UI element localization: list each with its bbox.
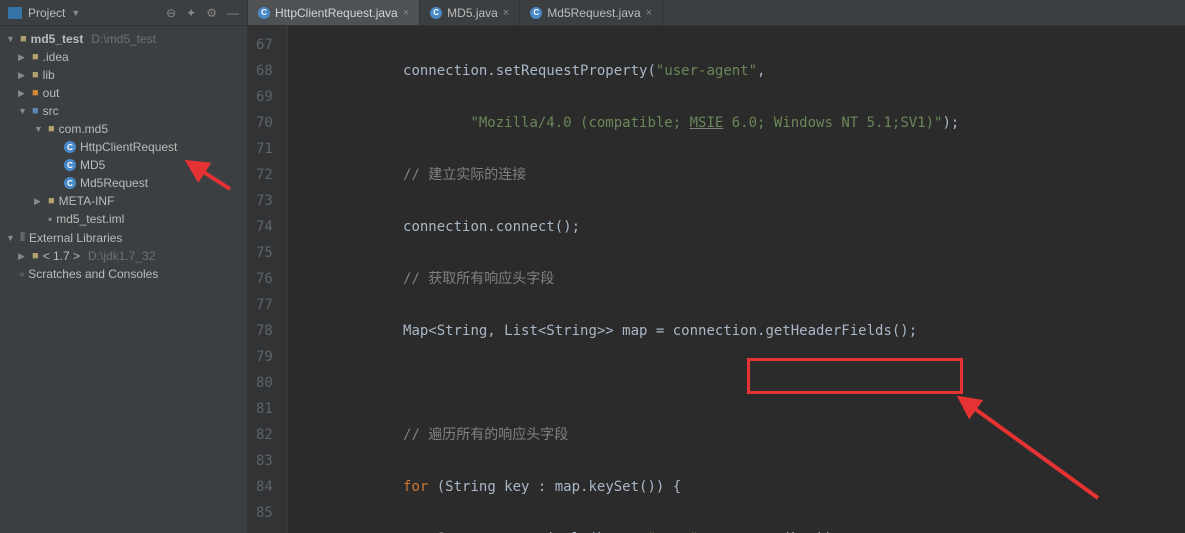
chevron-right-icon[interactable]: ▶ [18,88,28,99]
scratches-icon: ▫ [20,267,24,281]
tab-md5[interactable]: C MD5.java × [420,0,520,25]
tree-label: com.md5 [59,122,108,136]
tree-item-class-md5[interactable]: C MD5 [0,156,247,174]
tree-item-class-md5request[interactable]: C Md5Request [0,174,247,192]
chevron-down-icon[interactable]: ▼ [34,124,44,134]
hide-icon[interactable]: — [227,6,239,20]
close-icon[interactable]: × [646,7,652,19]
folder-icon: ■ [32,69,39,81]
tab-label: HttpClientRequest.java [275,6,398,20]
tree-item-lib[interactable]: ▶ ■ lib [0,66,247,84]
project-tool-header[interactable]: Project ▼ ⊖ ✦ ⚙ — [0,0,247,26]
tree-external-libraries[interactable]: ▼ ⫴ External Libraries [0,228,247,247]
chevron-right-icon[interactable]: ▶ [34,196,44,207]
project-tree[interactable]: ▼ ■ md5_test D:\md5_test ▶ ■ .idea ▶ ■ l… [0,26,247,533]
class-icon: C [258,7,270,19]
libraries-icon: ⫴ [20,230,25,245]
tree-item-package[interactable]: ▼ ■ com.md5 [0,120,247,138]
code-area[interactable]: connection.setRequestProperty("user-agen… [288,26,1185,533]
project-sidebar: ▼ ■ md5_test D:\md5_test ▶ ■ .idea ▶ ■ l… [0,26,248,533]
chevron-right-icon[interactable]: ▶ [18,70,28,81]
tree-label: .idea [43,50,69,64]
project-icon [8,7,22,19]
code-editor[interactable]: 67686970717273747576777879808182838485 c… [248,26,1185,533]
class-icon: C [430,7,442,19]
file-icon: ▪ [48,212,52,226]
package-icon: ■ [48,123,55,135]
tree-item-src[interactable]: ▼ ■ src [0,102,247,120]
main-area: ▼ ■ md5_test D:\md5_test ▶ ■ .idea ▶ ■ l… [0,26,1185,533]
tree-scratches[interactable]: ▫ Scratches and Consoles [0,265,247,283]
class-icon: C [64,141,76,153]
tree-label: Md5Request [80,176,148,190]
tree-label: < 1.7 > [43,249,80,263]
chevron-down-icon[interactable]: ▼ [6,233,16,243]
editor-tabs-bar: Project ▼ ⊖ ✦ ⚙ — C HttpClientRequest.ja… [0,0,1185,26]
tree-label: META-INF [59,194,115,208]
collapse-icon[interactable]: ⊖ [166,6,176,20]
tree-label: Scratches and Consoles [28,267,158,281]
chevron-right-icon[interactable]: ▶ [18,52,28,63]
module-icon: ■ [20,33,27,45]
tree-label: out [43,86,60,100]
class-icon: C [530,7,542,19]
tree-item-iml[interactable]: ▪ md5_test.iml [0,210,247,228]
gear-icon[interactable]: ⚙ [206,6,217,20]
tree-item-class-httpclientrequest[interactable]: C HttpClientRequest [0,138,247,156]
tree-label: External Libraries [29,231,122,245]
chevron-down-icon[interactable]: ▼ [71,8,80,18]
project-title: Project [28,6,65,20]
source-folder-icon: ■ [32,105,39,117]
folder-icon: ■ [32,51,39,63]
tree-path: D:\jdk1.7_32 [88,249,155,263]
tree-label: HttpClientRequest [80,140,177,154]
jdk-icon: ■ [32,250,39,262]
chevron-down-icon[interactable]: ▼ [18,106,28,116]
tree-label: md5_test.iml [56,212,124,226]
tree-label: MD5 [80,158,105,172]
tree-label: md5_test [31,32,84,46]
tree-path: D:\md5_test [91,32,156,46]
sidebar-tools: ⊖ ✦ ⚙ — [166,6,239,20]
tab-httpclientrequest[interactable]: C HttpClientRequest.java × [248,0,420,25]
class-icon: C [64,159,76,171]
chevron-down-icon[interactable]: ▼ [6,34,16,44]
tree-item-idea[interactable]: ▶ ■ .idea [0,48,247,66]
tree-root[interactable]: ▼ ■ md5_test D:\md5_test [0,30,247,48]
tree-label: lib [43,68,55,82]
tree-label: src [43,104,59,118]
tree-item-jdk[interactable]: ▶ ■ < 1.7 > D:\jdk1.7_32 [0,247,247,265]
close-icon[interactable]: × [503,7,509,19]
tab-md5request[interactable]: C Md5Request.java × [520,0,663,25]
tab-label: MD5.java [447,6,498,20]
tree-item-out[interactable]: ▶ ■ out [0,84,247,102]
tab-label: Md5Request.java [547,6,640,20]
close-icon[interactable]: × [403,7,409,19]
folder-icon: ■ [48,195,55,207]
chevron-right-icon[interactable]: ▶ [18,251,28,262]
folder-icon: ■ [32,87,39,99]
tree-item-metainf[interactable]: ▶ ■ META-INF [0,192,247,210]
class-icon: C [64,177,76,189]
target-icon[interactable]: ✦ [186,6,196,20]
line-gutter: 67686970717273747576777879808182838485 [248,26,288,533]
